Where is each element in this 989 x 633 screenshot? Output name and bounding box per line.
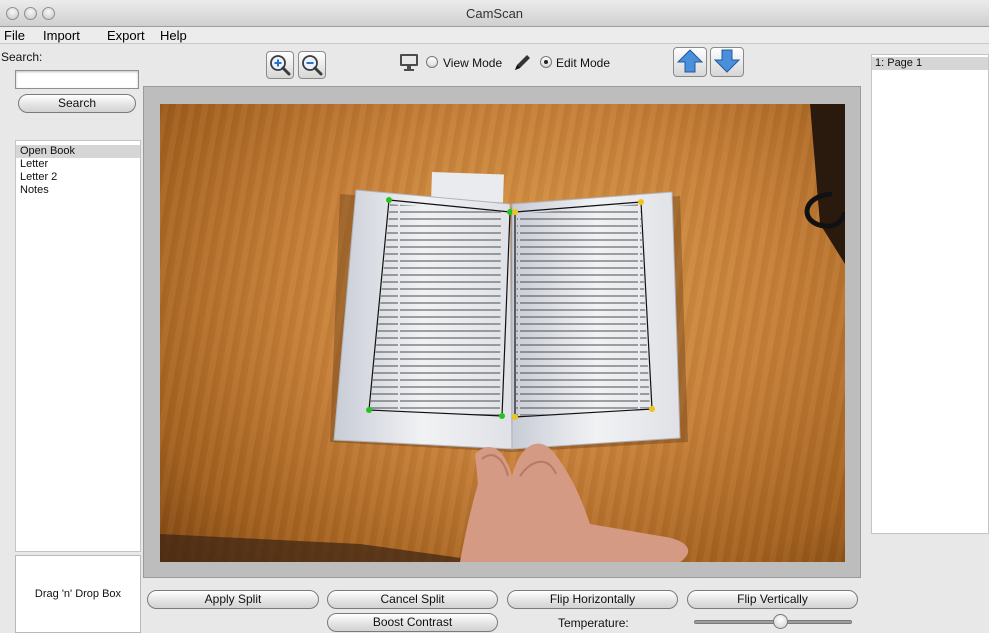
list-item-letter[interactable]: Letter (16, 158, 140, 171)
pencil-icon (515, 55, 530, 70)
page-list: 1: Page 1 (871, 54, 989, 534)
temperature-slider-knob[interactable] (773, 614, 788, 629)
boost-contrast-button[interactable]: Boost Contrast (327, 613, 498, 632)
menu-file[interactable]: File (4, 28, 25, 43)
list-item-letter-2[interactable]: Letter 2 (16, 171, 140, 184)
zoom-out-button[interactable] (298, 51, 326, 79)
edit-mode-label: Edit Mode (556, 56, 611, 70)
menu-help[interactable]: Help (160, 28, 187, 43)
monitor-icon (400, 54, 418, 71)
view-mode-label: View Mode (443, 56, 503, 70)
cancel-split-button[interactable]: Cancel Split (327, 590, 498, 609)
drag-drop-box[interactable]: Drag 'n' Drop Box (15, 555, 141, 633)
apply-split-button[interactable]: Apply Split (147, 590, 319, 609)
arrow-up-icon (676, 49, 704, 73)
search-input[interactable] (15, 70, 139, 89)
flip-horizontally-button[interactable]: Flip Horizontally (507, 590, 678, 609)
search-button[interactable]: Search (18, 94, 136, 113)
edit-mode-radio[interactable] (540, 56, 552, 68)
zoom-out-icon (302, 55, 323, 76)
drag-drop-label: Drag 'n' Drop Box (34, 588, 122, 600)
page-list-item[interactable]: 1: Page 1 (872, 57, 988, 70)
move-up-button[interactable] (673, 47, 707, 77)
scan-photo[interactable] (160, 104, 845, 562)
book-photo-illustration (160, 104, 845, 562)
view-mode-radio[interactable] (426, 56, 438, 68)
zoom-in-icon (270, 55, 291, 76)
list-item-notes[interactable]: Notes (16, 184, 140, 197)
menu-import[interactable]: Import (43, 28, 80, 43)
menu-bar: File Import Export Help (0, 27, 989, 44)
move-down-button[interactable] (710, 47, 744, 77)
title-bar: CamScan (0, 0, 989, 27)
list-item-open-book[interactable]: Open Book (16, 145, 140, 158)
menu-export[interactable]: Export (107, 28, 145, 43)
temperature-label: Temperature: (558, 616, 629, 630)
window-title: CamScan (465, 6, 524, 21)
zoom-in-button[interactable] (266, 51, 294, 79)
document-list: Open Book Letter Letter 2 Notes (15, 140, 141, 552)
flip-vertically-button[interactable]: Flip Vertically (687, 590, 858, 609)
search-label: Search: (1, 50, 43, 64)
arrow-down-icon (713, 49, 741, 73)
